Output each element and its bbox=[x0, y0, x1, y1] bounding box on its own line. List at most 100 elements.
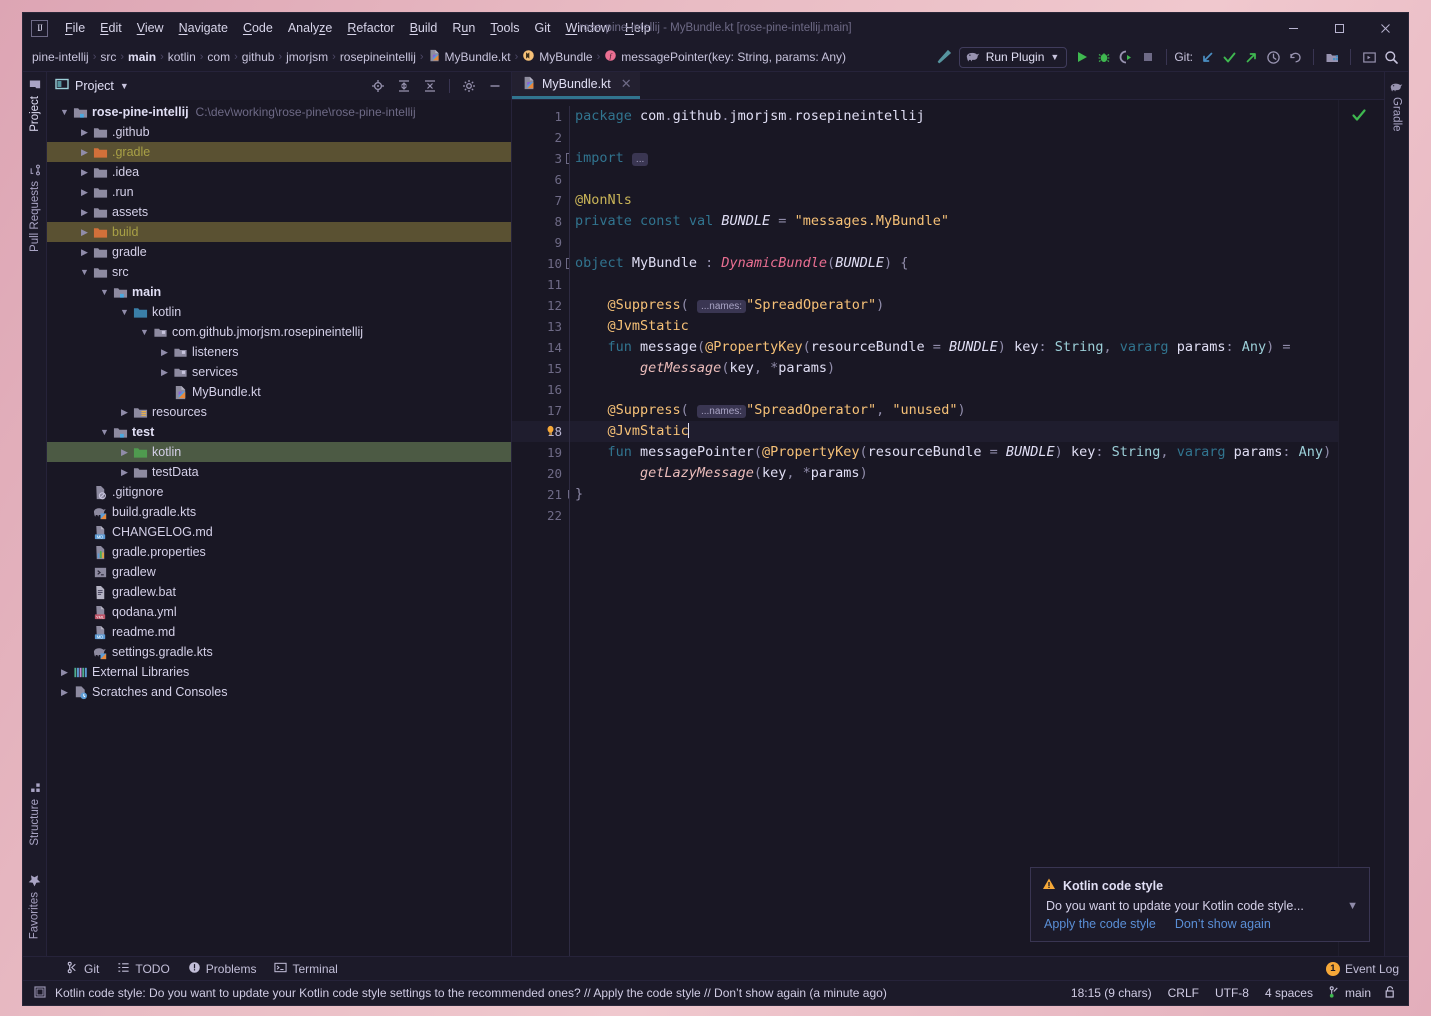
sidebar-item-project[interactable]: Project bbox=[25, 72, 45, 139]
minimize-button[interactable] bbox=[1270, 13, 1316, 43]
tree-node-idea[interactable]: ▶ .idea bbox=[47, 162, 511, 182]
caret-position[interactable]: 18:15 (9 chars) bbox=[1063, 984, 1160, 1002]
tree-node-kotlin[interactable]: ▼ kotlin bbox=[47, 302, 511, 322]
tree-node-gradle-properties[interactable]: gradle.properties bbox=[47, 542, 511, 562]
import-fold-placeholder[interactable]: ... bbox=[631, 153, 649, 166]
gutter-line-1[interactable]: 1 bbox=[512, 106, 569, 127]
chevron-right-icon[interactable]: ▶ bbox=[157, 367, 172, 378]
tree-node-build-gradle-kts[interactable]: build.gradle.kts bbox=[47, 502, 511, 522]
tree-node-changelog-md[interactable]: MD CHANGELOG.md bbox=[47, 522, 511, 542]
breadcrumb-github[interactable]: github bbox=[239, 48, 278, 66]
breadcrumb-method[interactable]: f messagePointer(key: String, params: An… bbox=[601, 47, 849, 67]
gutter-line-8[interactable]: 8 bbox=[512, 211, 569, 232]
chevron-down-icon[interactable]: ▼ bbox=[137, 327, 152, 337]
chevron-right-icon[interactable]: ▶ bbox=[57, 667, 72, 678]
sidebar-item-favorites[interactable]: Favorites bbox=[24, 867, 45, 946]
locate-file-icon[interactable] bbox=[368, 76, 388, 96]
maximize-button[interactable] bbox=[1316, 13, 1362, 43]
dont-show-again-link[interactable]: Don’t show again bbox=[1175, 917, 1271, 931]
run-configuration-selector[interactable]: Run Plugin ▼ bbox=[958, 46, 1068, 68]
build-hammer-icon[interactable] bbox=[933, 46, 955, 68]
chevron-right-icon[interactable]: ▶ bbox=[117, 467, 132, 478]
bottom-tab-git[interactable]: Git bbox=[57, 958, 108, 980]
gutter-line-15[interactable]: 15 bbox=[512, 358, 569, 379]
chevron-right-icon[interactable]: ▶ bbox=[57, 687, 72, 698]
tree-node-run[interactable]: ▶ .run bbox=[47, 182, 511, 202]
tree-node-resources[interactable]: ▶ resources bbox=[47, 402, 511, 422]
tree-node-kotlin[interactable]: ▶ kotlin bbox=[47, 442, 511, 462]
tree-node-gradle[interactable]: ▶ gradle bbox=[47, 242, 511, 262]
gutter-line-7[interactable]: 7 bbox=[512, 190, 569, 211]
breadcrumb-mybundle-object[interactable]: MyBundle bbox=[519, 47, 595, 67]
tree-node-settings-gradle-kts[interactable]: settings.gradle.kts bbox=[47, 642, 511, 662]
menu-view[interactable]: View bbox=[130, 17, 171, 39]
menu-window[interactable]: Window bbox=[558, 17, 616, 39]
bottom-tab-todo[interactable]: TODO bbox=[108, 958, 178, 980]
search-everywhere-icon[interactable] bbox=[1380, 46, 1402, 68]
tree-node-build[interactable]: ▶ build bbox=[47, 222, 511, 242]
git-branch-widget[interactable]: main bbox=[1321, 983, 1378, 1004]
tree-node-rose-pine-intellij[interactable]: ▼ rose-pine-intellij C:\dev\working\rose-p… bbox=[47, 102, 511, 122]
menu-git[interactable]: Git bbox=[528, 17, 558, 39]
chevron-right-icon[interactable]: ▶ bbox=[77, 167, 92, 178]
gutter-line-3[interactable]: 3 bbox=[512, 148, 577, 169]
gutter-line-17[interactable]: 17 bbox=[512, 400, 569, 421]
tree-node-gradlew[interactable]: gradlew bbox=[47, 562, 511, 582]
menu-analyze[interactable]: Analyze bbox=[281, 17, 339, 39]
gutter-line-11[interactable]: 11 bbox=[512, 274, 569, 295]
breadcrumb-kotlin[interactable]: kotlin bbox=[165, 48, 199, 66]
chevron-down-icon[interactable]: ▼ bbox=[117, 307, 132, 317]
update-project-icon[interactable] bbox=[1196, 46, 1218, 68]
sidebar-item-gradle[interactable]: Gradle bbox=[1386, 74, 1407, 139]
inlay-hint[interactable]: ...names: bbox=[696, 300, 747, 313]
breadcrumb-src[interactable]: src bbox=[97, 48, 119, 66]
project-tree[interactable]: ▼ rose-pine-intellij C:\dev\working\rose-p… bbox=[47, 100, 511, 956]
tree-node-test[interactable]: ▼ test bbox=[47, 422, 511, 442]
tree-node-scratches-and-consoles[interactable]: ▶ Scratches and Consoles bbox=[47, 682, 511, 702]
menu-help[interactable]: Help bbox=[618, 17, 658, 39]
tree-node-readme-md[interactable]: MD readme.md bbox=[47, 622, 511, 642]
notification-balloon[interactable]: Kotlin code style Do you want to update … bbox=[1030, 867, 1370, 942]
commit-icon[interactable] bbox=[1218, 46, 1240, 68]
chevron-right-icon[interactable]: ▶ bbox=[77, 227, 92, 238]
tree-node-testdata[interactable]: ▶ testData bbox=[47, 462, 511, 482]
tree-node-gitignore[interactable]: .gitignore bbox=[47, 482, 511, 502]
menu-refactor[interactable]: Refactor bbox=[340, 17, 401, 39]
close-button[interactable] bbox=[1362, 13, 1408, 43]
gutter-line-21[interactable]: 21 bbox=[512, 484, 574, 505]
gutter-line-18[interactable]: 18 bbox=[512, 421, 569, 442]
breadcrumb-main[interactable]: main bbox=[125, 48, 159, 66]
chevron-right-icon[interactable]: ▶ bbox=[77, 187, 92, 198]
push-icon[interactable] bbox=[1240, 46, 1262, 68]
breadcrumb-rosepineintellij[interactable]: rosepineintellij bbox=[337, 48, 419, 66]
select-run-target-icon[interactable] bbox=[1358, 46, 1380, 68]
tree-node-mybundle-kt[interactable]: MyBundle.kt bbox=[47, 382, 511, 402]
gutter-line-9[interactable]: 9 bbox=[512, 232, 569, 253]
tree-node-qodana-yml[interactable]: YML qodana.yml bbox=[47, 602, 511, 622]
tree-node-com-github-jmorjsm-rosepineintellij[interactable]: ▼ com.github.jmorjsm.rosepineintellij bbox=[47, 322, 511, 342]
gutter-line-13[interactable]: 13 bbox=[512, 316, 569, 337]
file-encoding[interactable]: UTF-8 bbox=[1207, 984, 1257, 1002]
tree-node-gradle[interactable]: ▶ .gradle bbox=[47, 142, 511, 162]
bottom-tab-terminal[interactable]: Terminal bbox=[265, 958, 346, 980]
chevron-down-icon[interactable]: ▼ bbox=[1347, 900, 1358, 912]
stop-icon[interactable] bbox=[1137, 46, 1159, 68]
gutter-line-10[interactable]: 10 bbox=[512, 253, 577, 274]
gutter-line-6[interactable]: 6 bbox=[512, 169, 569, 190]
gutter-line-16[interactable]: 16 bbox=[512, 379, 569, 400]
indent-setting[interactable]: 4 spaces bbox=[1257, 984, 1321, 1002]
apply-code-style-link[interactable]: Apply the code style bbox=[1044, 917, 1156, 931]
tree-node-main[interactable]: ▼ main bbox=[47, 282, 511, 302]
chevron-right-icon[interactable]: ▶ bbox=[77, 127, 92, 138]
run-with-coverage-icon[interactable] bbox=[1115, 46, 1137, 68]
settings-gear-icon[interactable] bbox=[459, 76, 479, 96]
editor-tab-mybundle[interactable]: MyBundle.kt ✕ bbox=[512, 72, 640, 99]
close-icon[interactable]: ✕ bbox=[621, 76, 632, 92]
event-log-button[interactable]: 1 Event Log bbox=[1317, 959, 1408, 979]
editor-gutter[interactable]: 1 2 3 6 7 8 9 10 11 12 13 14 15 16 17 18 19 20 21 22 bbox=[512, 100, 577, 956]
sidebar-item-structure[interactable]: Structure bbox=[25, 775, 45, 853]
chevron-right-icon[interactable]: ▶ bbox=[117, 447, 132, 458]
chevron-down-icon[interactable]: ▼ bbox=[57, 107, 72, 117]
tree-node-gradlew-bat[interactable]: gradlew.bat bbox=[47, 582, 511, 602]
breadcrumb-project[interactable]: pine-intellij bbox=[29, 48, 92, 66]
